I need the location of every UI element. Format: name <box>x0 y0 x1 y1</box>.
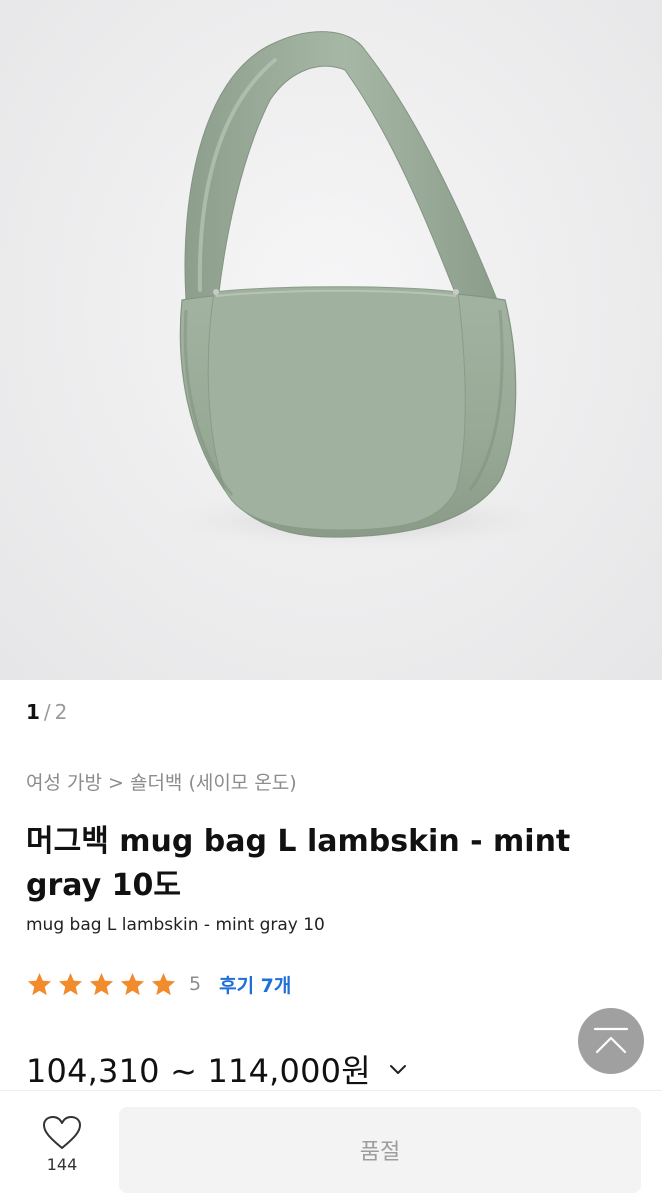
bag-illustration <box>160 31 560 550</box>
scroll-to-top-icon <box>593 1027 629 1054</box>
product-title: 머그백 mug bag L lambskin - mint gray 10도 <box>26 824 571 903</box>
product-subtitle: mug bag L lambskin - mint gray 10 <box>26 915 325 935</box>
star-icon <box>27 972 52 995</box>
image-pager: 1/2 <box>26 700 67 724</box>
category-breadcrumb[interactable]: 여성 가방 > 숄더백 (세이모 온도) <box>26 768 297 795</box>
like-button[interactable]: 144 <box>30 1115 94 1174</box>
product-image[interactable] <box>0 0 662 680</box>
price-range: 104,310 ~ 114,000원 <box>26 1052 371 1090</box>
price-row[interactable]: 104,310 ~ 114,000원 <box>26 1046 409 1092</box>
review-count-link[interactable]: 후기 7개 <box>219 971 291 998</box>
chevron-down-icon[interactable] <box>387 1058 409 1080</box>
like-count: 144 <box>46 1155 78 1174</box>
soldout-button[interactable]: 품절 <box>119 1107 641 1193</box>
rating-row: 5 후기 7개 <box>26 970 291 998</box>
star-icon <box>120 972 145 995</box>
star-icon <box>89 972 114 995</box>
rating-stars <box>26 971 177 998</box>
scroll-to-top-button[interactable] <box>578 1008 644 1074</box>
pager-separator: / <box>43 700 51 724</box>
star-icon <box>151 972 176 995</box>
star-icon <box>58 972 83 995</box>
bottom-action-bar: 144 품절 <box>0 1090 662 1201</box>
rating-score: 5 <box>189 973 202 995</box>
pager-current: 1 <box>26 700 40 724</box>
pager-total: 2 <box>54 700 68 724</box>
heart-icon <box>43 1116 81 1149</box>
